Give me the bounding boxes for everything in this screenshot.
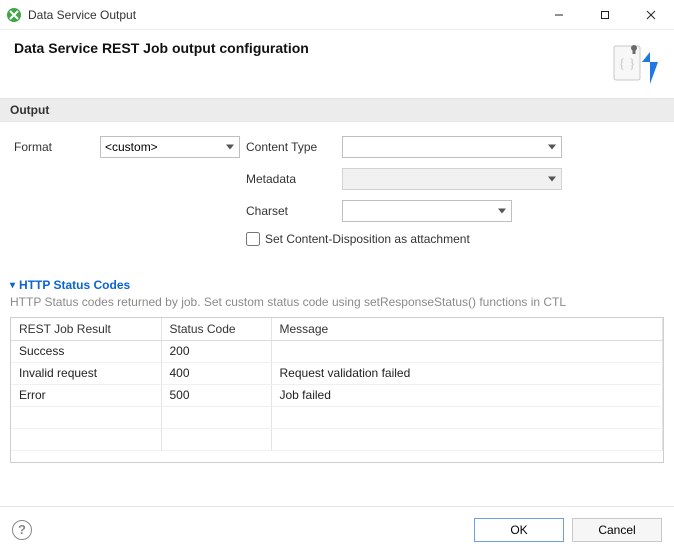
output-upload-icon: { }	[612, 40, 660, 88]
table-row-empty[interactable]	[11, 406, 663, 428]
cell-message	[271, 340, 663, 362]
dialog-footer: ? OK Cancel	[0, 506, 674, 552]
cell-message: Request validation failed	[271, 362, 663, 384]
cell-result: Error	[11, 384, 161, 406]
table-row[interactable]: Invalid request 400 Request validation f…	[11, 362, 663, 384]
cancel-button[interactable]: Cancel	[572, 518, 662, 542]
metadata-label: Metadata	[246, 172, 336, 186]
status-codes-table-wrap: REST Job Result Status Code Message Succ…	[10, 317, 664, 463]
content-type-select[interactable]	[342, 136, 562, 158]
table-row-empty[interactable]	[11, 428, 663, 450]
charset-label: Charset	[246, 204, 336, 218]
col-code[interactable]: Status Code	[161, 318, 271, 340]
dialog-header: Data Service REST Job output configurati…	[0, 30, 674, 98]
ok-button[interactable]: OK	[474, 518, 564, 542]
metadata-select	[342, 168, 562, 190]
content-disposition-label: Set Content-Disposition as attachment	[265, 232, 470, 246]
col-result[interactable]: REST Job Result	[11, 318, 161, 340]
table-header-row: REST Job Result Status Code Message	[11, 318, 663, 340]
app-icon	[6, 7, 22, 23]
cell-message: Job failed	[271, 384, 663, 406]
output-form: Format <custom> Content Type Metadata Ch…	[0, 122, 674, 250]
dialog-heading: Data Service REST Job output configurati…	[14, 40, 612, 56]
content-type-label: Content Type	[246, 140, 336, 154]
status-codes-table: REST Job Result Status Code Message Succ…	[11, 318, 663, 451]
http-status-codes-label: HTTP Status Codes	[19, 278, 130, 292]
cell-code: 400	[161, 362, 271, 384]
content-disposition-checkbox[interactable]	[246, 232, 260, 246]
section-output-label: Output	[0, 98, 674, 122]
chevron-down-icon: ▾	[10, 280, 15, 291]
cell-code: 500	[161, 384, 271, 406]
minimize-button[interactable]	[536, 0, 582, 30]
cell-result: Success	[11, 340, 161, 362]
http-status-codes-hint: HTTP Status codes returned by job. Set c…	[10, 295, 664, 309]
col-message[interactable]: Message	[271, 318, 663, 340]
charset-select[interactable]	[342, 200, 512, 222]
window-title: Data Service Output	[28, 8, 536, 22]
titlebar: Data Service Output	[0, 0, 674, 30]
help-icon[interactable]: ?	[12, 520, 32, 540]
cell-code: 200	[161, 340, 271, 362]
close-button[interactable]	[628, 0, 674, 30]
maximize-button[interactable]	[582, 0, 628, 30]
format-label: Format	[14, 140, 94, 154]
format-select[interactable]: <custom>	[100, 136, 240, 158]
cell-result: Invalid request	[11, 362, 161, 384]
http-status-codes-expander[interactable]: ▾ HTTP Status Codes	[10, 278, 664, 292]
svg-text:{ }: { }	[619, 57, 636, 72]
table-row[interactable]: Error 500 Job failed	[11, 384, 663, 406]
table-row[interactable]: Success 200	[11, 340, 663, 362]
